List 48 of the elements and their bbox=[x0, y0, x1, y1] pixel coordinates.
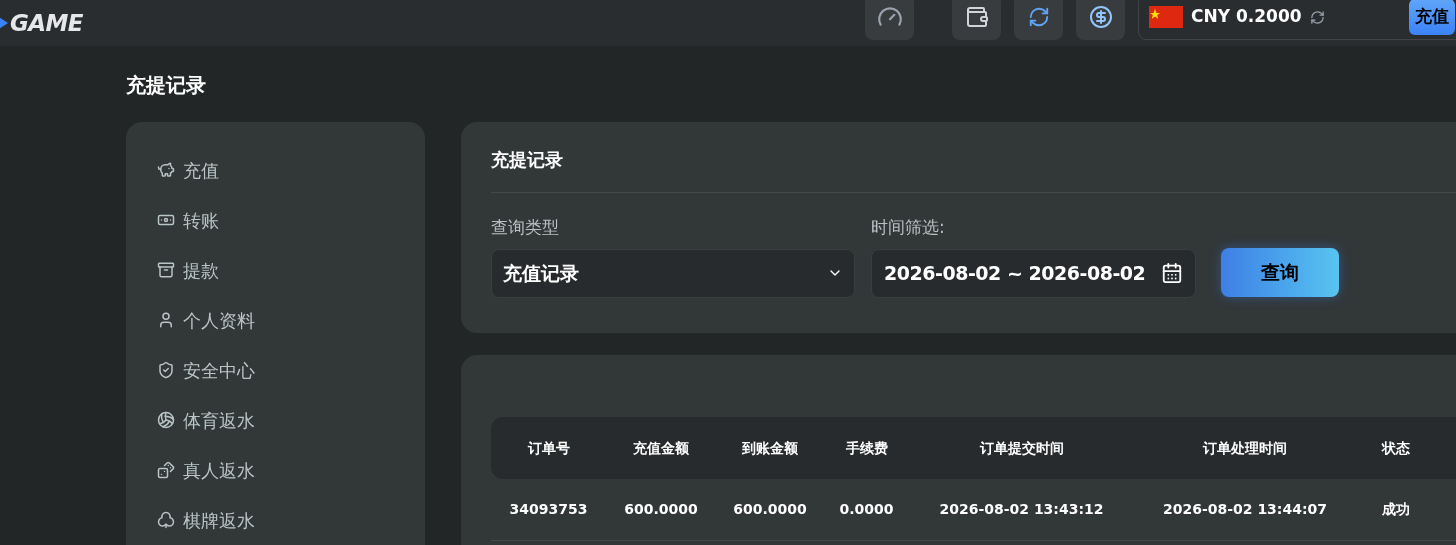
calendar-icon bbox=[1161, 262, 1183, 284]
dice-icon bbox=[157, 461, 175, 479]
sidebar-item[interactable]: 安全中心 bbox=[157, 345, 255, 395]
column-header: 到账金额 bbox=[741, 438, 799, 458]
sidebar-item[interactable]: 个人资料 bbox=[157, 295, 255, 345]
table-cell-text: 34093753 bbox=[508, 500, 589, 519]
club-icon bbox=[157, 511, 175, 529]
search-button[interactable]: 查询 bbox=[1221, 247, 1339, 297]
column-header: 手续费 bbox=[844, 438, 889, 458]
field-label: 时间筛选: bbox=[871, 216, 946, 239]
table-cell-text: 2026-08-02 13:44:07 bbox=[1161, 500, 1329, 519]
sidebar-item[interactable]: 充值 bbox=[157, 145, 219, 195]
balance-amount: CNY 0.2000 bbox=[1191, 5, 1302, 29]
coin-icon bbox=[1088, 5, 1113, 29]
sidebar-item[interactable]: 棋牌返水 bbox=[157, 495, 255, 545]
sidebar-item[interactable]: 真人返水 bbox=[157, 445, 255, 495]
page-title: 充提记录 bbox=[126, 72, 207, 99]
field-label: 查询类型 bbox=[491, 216, 560, 239]
table-cell-text: 0.0000 bbox=[838, 500, 895, 519]
sidebar-item[interactable]: 转账 bbox=[157, 195, 219, 245]
refresh-icon bbox=[1027, 6, 1050, 28]
refresh-button[interactable] bbox=[1014, 0, 1063, 40]
currency-button[interactable] bbox=[1076, 0, 1125, 40]
column-header: 订单提交时间 bbox=[978, 438, 1065, 458]
column-header: 充值金额 bbox=[632, 438, 690, 458]
ball-icon bbox=[157, 411, 175, 429]
deposit-button[interactable]: 充值 bbox=[1409, 0, 1455, 35]
sidebar-item[interactable]: 体育返水 bbox=[157, 395, 255, 445]
flag-icon bbox=[1149, 6, 1183, 28]
shield-check-icon bbox=[157, 361, 175, 379]
wallet-icon bbox=[964, 5, 989, 29]
query-type-select[interactable]: 充值记录 bbox=[491, 248, 855, 298]
table-cell-text: 600.0000 bbox=[623, 500, 699, 519]
speed-button[interactable] bbox=[865, 0, 914, 40]
date-range-field[interactable]: 2026-08-02 ~ 2026-08-02 bbox=[871, 248, 1196, 298]
piggy-bank-icon bbox=[157, 161, 175, 179]
table-cell-text: 600.0000 bbox=[732, 500, 808, 519]
user-icon bbox=[157, 311, 175, 329]
column-header: 状态 bbox=[1380, 438, 1411, 458]
column-header: 订单处理时间 bbox=[1201, 438, 1288, 458]
sidebar-item[interactable]: 提款 bbox=[157, 245, 219, 295]
logo: GAME bbox=[10, 8, 83, 38]
panel-title: 充提记录 bbox=[491, 148, 564, 172]
table-cell-text: 2026-08-02 13:43:12 bbox=[938, 500, 1105, 519]
table-cell-text: 成功 bbox=[1381, 500, 1411, 519]
refresh-icon[interactable] bbox=[1309, 9, 1325, 25]
wallet-button[interactable] bbox=[952, 0, 1001, 40]
column-header: 订单号 bbox=[526, 438, 571, 458]
